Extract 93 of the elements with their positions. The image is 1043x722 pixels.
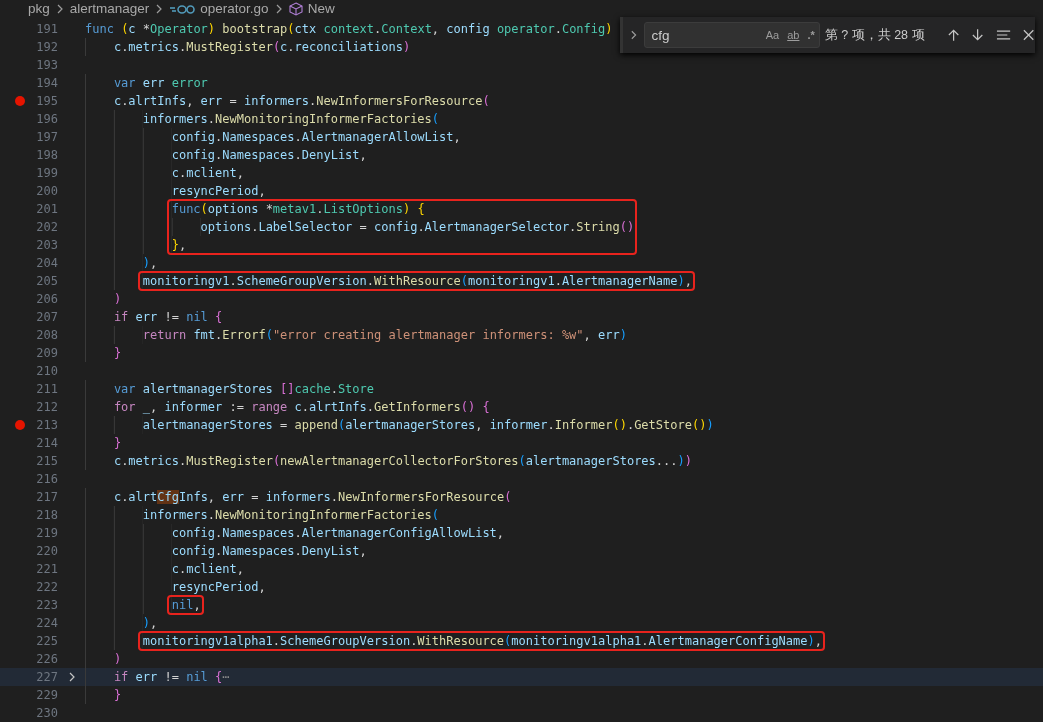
code-line: c.metrics.MustRegister(newAlertmanagerCollectorForStores(alertmanagerStores...))	[113, 453, 692, 470]
code-line: config.Namespaces.DenyList,	[171, 543, 367, 560]
line-number: 195	[35, 93, 58, 110]
code-line: options.LabelSelector = config.AlertmanagerSelector.String()	[200, 219, 635, 236]
line-number: 227	[35, 669, 58, 686]
breadcrumb-item[interactable]: alertmanager	[69, 1, 150, 16]
code-line: }	[113, 687, 122, 704]
code-line: c.metrics.MustRegister(c.reconciliations)	[113, 39, 411, 56]
line-number: 226	[35, 651, 58, 668]
line-number: 230	[35, 705, 58, 722]
code-line: monitoringv1alpha1.SchemeGroupVersion.WithResource(monitoringv1alpha1.AlertmanagerConfigName),	[142, 633, 822, 650]
breadcrumb-item[interactable]: New	[307, 1, 335, 16]
line-number: 221	[35, 561, 58, 578]
code-line: )	[113, 291, 122, 308]
code-line: func(options *metav1.ListOptions) {	[171, 201, 425, 218]
arrow-up-icon[interactable]	[947, 28, 961, 42]
code-line: var alertmanagerStores []cache.Store	[113, 381, 374, 398]
code-line: config.Namespaces.DenyList,	[171, 147, 367, 164]
file-icon	[169, 2, 196, 15]
code-line: return fmt.Errorf("error creating alertmanager informers: %w", err)	[142, 327, 627, 344]
line-number: 197	[35, 129, 58, 146]
line-number: 202	[35, 219, 58, 236]
line-number: 215	[35, 453, 58, 470]
breakpoint-dot[interactable]	[15, 96, 25, 106]
code-line: }	[113, 345, 122, 362]
selection-filter-icon[interactable]	[995, 28, 1011, 42]
line-number: 219	[35, 525, 58, 542]
line-number: 217	[35, 489, 58, 506]
arrow-down-icon[interactable]	[971, 28, 985, 42]
line-number: 201	[35, 201, 58, 218]
match-count: 第 ? 项，共 28 项	[824, 26, 926, 44]
code-line: c.mclient,	[171, 561, 244, 578]
code-line: ),	[142, 615, 158, 632]
breadcrumb-item[interactable]: pkg	[28, 1, 50, 16]
code-line: c.alrtCfgInfs, err = informers.NewInformersForResource(	[113, 489, 512, 506]
line-number: 210	[35, 363, 58, 380]
line-number: 205	[35, 273, 58, 290]
line-number: 211	[35, 381, 58, 398]
line-number: 208	[35, 327, 58, 344]
code-line: informers.NewMonitoringInformerFactories(	[142, 507, 440, 524]
code-line: },	[171, 237, 187, 254]
code-line: config.Namespaces.AlertmanagerAllowList,	[171, 129, 461, 146]
code-line: }	[113, 435, 122, 452]
breadcrumb-item[interactable]: operator.go	[200, 1, 269, 16]
line-number: 209	[35, 345, 58, 362]
cube-icon	[288, 1, 303, 16]
code-line: c.alrtInfs, err = informers.NewInformersForResource(	[113, 93, 490, 110]
line-number: 225	[35, 633, 58, 650]
code-line: resyncPeriod,	[171, 579, 266, 596]
code-line: alertmanagerStores = append(alertmanagerStores, informer.Informer().GetStore())	[142, 417, 714, 434]
line-number: 196	[35, 111, 58, 128]
code-line: )	[113, 651, 122, 668]
line-number: 222	[35, 579, 58, 596]
line-number: 223	[35, 597, 58, 614]
code-line: func (c *Operator) bootstrap(ctx context.Context, config operator.Config)	[85, 21, 613, 38]
line-number: 216	[35, 471, 58, 488]
line-number: 224	[35, 615, 58, 632]
line-number: 194	[35, 75, 58, 92]
line-number: 199	[35, 165, 58, 182]
line-number: 200	[35, 183, 58, 200]
search-field[interactable]: cfg Aa ab .*	[644, 22, 820, 48]
code-line: for _, informer := range c.alrtInfs.GetInformers() {	[113, 399, 490, 416]
code-line: config.Namespaces.AlertmanagerConfigAllowList,	[171, 525, 505, 542]
code-line: nil,	[171, 597, 201, 614]
code-line: monitoringv1.SchemeGroupVersion.WithResource(monitoringv1.AlertmanagerName),	[142, 273, 692, 290]
line-number: 213	[35, 417, 58, 434]
line-number: 198	[35, 147, 58, 164]
line-number: 214	[35, 435, 58, 452]
code-line: if err != nil {⋯	[113, 669, 230, 686]
whole-word-toggle[interactable]: ab	[787, 29, 800, 41]
regex-toggle[interactable]: .*	[807, 29, 815, 41]
code-line: c.mclient,	[171, 165, 244, 182]
line-number: 193	[35, 57, 58, 74]
code-line: informers.NewMonitoringInformerFactories(	[142, 111, 440, 128]
line-number: 191	[35, 21, 58, 38]
line-number: 206	[35, 291, 58, 308]
line-number: 220	[35, 543, 58, 560]
match-case-toggle[interactable]: Aa	[765, 29, 780, 41]
code-line: var err error	[113, 75, 208, 92]
line-number: 212	[35, 399, 58, 416]
code-line: resyncPeriod,	[171, 183, 266, 200]
expand-chevron-icon[interactable]	[629, 29, 639, 41]
code-line: ),	[142, 255, 158, 272]
line-number: 207	[35, 309, 58, 326]
line-number: 229	[35, 687, 58, 704]
code-line: if err != nil {	[113, 309, 223, 326]
close-icon[interactable]	[1021, 28, 1035, 42]
breakpoint-dot[interactable]	[15, 420, 25, 430]
line-number: 192	[35, 39, 58, 56]
fold-chevron-icon[interactable]	[67, 671, 76, 683]
line-number: 203	[35, 237, 58, 254]
line-number: 204	[35, 255, 58, 272]
line-number: 218	[35, 507, 58, 524]
